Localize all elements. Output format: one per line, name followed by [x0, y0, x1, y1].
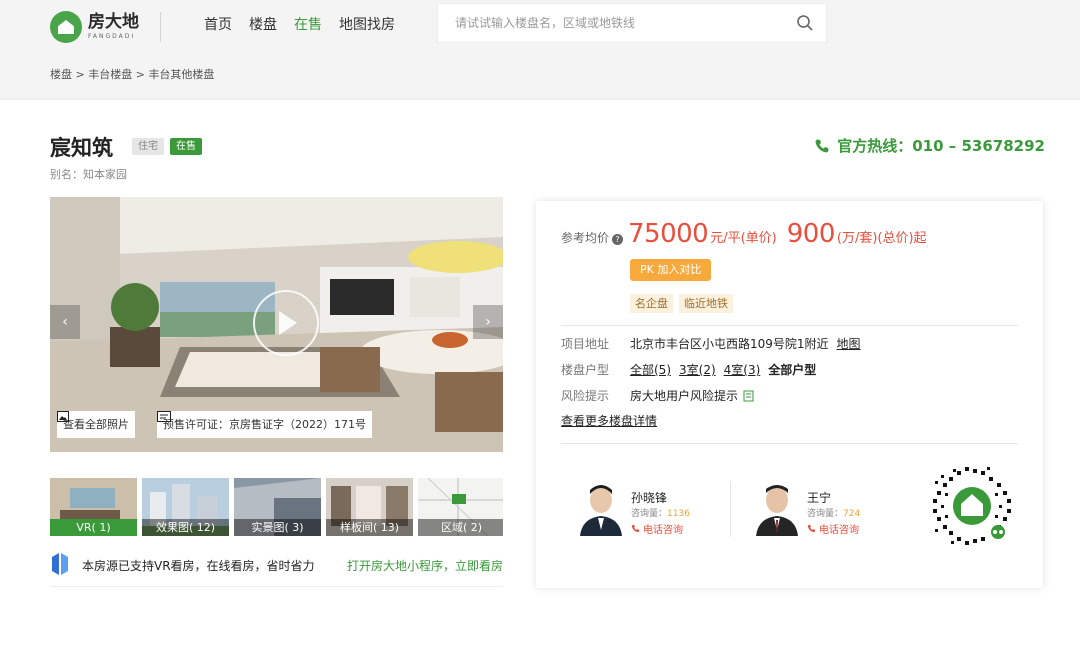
price-row: 参考均价 ? 75000 元/平(单价) 900 (万/套)(总价)起 [561, 219, 937, 249]
total-price: 900 [786, 219, 836, 249]
type-badge: 住宅 [132, 138, 164, 155]
hotline[interactable]: 官方热线：010 – 53678292 [814, 135, 1045, 156]
thumb-vr[interactable]: VR( 1) [50, 478, 137, 536]
thumb-area-map[interactable]: 区域( 2) [418, 478, 503, 536]
layout-all[interactable]: 全部(5) [630, 361, 671, 378]
presale-license-text: 预售许可证：京房售证字（2022）171号 [163, 418, 366, 431]
more-details-link[interactable]: 查看更多楼盘详情 [561, 412, 657, 429]
risk-row: 风险提示 房大地用户风险提示 [561, 387, 755, 404]
layout-4room[interactable]: 4室(3) [724, 361, 761, 378]
unit-price: 75000 [628, 219, 709, 249]
nav-properties[interactable]: 楼盘 [249, 14, 277, 34]
feature-tag: 名企盘 [630, 294, 673, 313]
main-nav: 首页 楼盘 在售 地图找房 [204, 14, 395, 34]
pk-compare-button[interactable]: PK 加入对比 [630, 259, 712, 281]
prev-photo-button[interactable]: ‹ [50, 305, 80, 339]
open-miniprogram-link[interactable]: 打开房大地小程序，立即看房 [347, 557, 503, 574]
address-label: 项目地址 [561, 337, 610, 351]
hotline-text: 官方热线：010 – 53678292 [837, 137, 1045, 155]
feature-tags: 名企盘 临近地铁 [630, 294, 733, 313]
layout-row: 楼盘户型 全部(5) 3室(2) 4室(3) 全部户型 [561, 361, 816, 378]
agent-consult-count: 咨询量：1136 [631, 509, 690, 519]
thumb-label: 实景图( 3) [234, 519, 321, 536]
price-label: 参考均价 [561, 231, 610, 245]
brand-name-en: FANGDADI [88, 33, 136, 40]
header-divider [160, 12, 161, 42]
risk-value[interactable]: 房大地用户风险提示 [630, 387, 738, 404]
breadcrumb-item[interactable]: 丰台楼盘 [88, 68, 132, 81]
address-row: 项目地址 北京市丰台区小屯西路109号院1附近 地图 [561, 335, 861, 352]
agent-avatar [752, 478, 802, 536]
address-value: 北京市丰台区小屯西路109号院1附近 [630, 337, 829, 351]
view-all-photos-label: 查看全部照片 [63, 418, 129, 431]
help-icon[interactable]: ? [612, 234, 624, 245]
nav-map-search[interactable]: 地图找房 [339, 14, 395, 34]
next-photo-button[interactable]: › [473, 305, 503, 339]
nav-home[interactable]: 首页 [204, 14, 232, 34]
unit-price-unit: 元/平(单价) [710, 231, 777, 246]
property-title: 宸知筑 [50, 136, 113, 160]
nav-on-sale[interactable]: 在售 [294, 14, 322, 34]
vr-photo-viewer[interactable]: ‹ › 查看全部照片 预售许可证：京房售证字（2022）171号 [50, 197, 503, 452]
agent-divider [730, 481, 731, 537]
property-info-card: 参考均价 ? 75000 元/平(单价) 900 (万/套)(总价)起 PK 加… [536, 201, 1043, 588]
thumb-label: VR( 1) [50, 519, 137, 536]
vr-play-icon[interactable] [253, 290, 319, 356]
layout-label: 楼盘户型 [561, 363, 610, 377]
miniprogram-qr-code[interactable] [931, 465, 1013, 547]
thumb-label: 区域( 2) [418, 519, 503, 536]
map-link[interactable]: 地图 [837, 335, 861, 352]
search-icon[interactable] [796, 14, 814, 32]
search-box [437, 3, 827, 43]
feature-tag: 临近地铁 [679, 294, 733, 313]
vr-banner-message: 本房源已支持VR看房，在线看房，省时省力 [82, 559, 315, 573]
divider [561, 325, 1018, 326]
thumb-label: 效果图( 12) [142, 519, 229, 536]
breadcrumb-item[interactable]: 楼盘 [50, 68, 72, 81]
document-icon[interactable] [743, 390, 755, 402]
image-icon [57, 411, 69, 422]
gallery-thumbnails: VR( 1) 效果图( 12) 实景图( 3) 样板间( 13) 区域( 2) [50, 478, 503, 536]
presale-license[interactable]: 预售许可证：京房售证字（2022）171号 [157, 411, 372, 438]
agent-avatar [576, 478, 626, 536]
layout-3room[interactable]: 3室(2) [679, 361, 716, 378]
vr-logo-icon [52, 553, 68, 575]
divider [561, 443, 1018, 444]
agent-consult-count: 咨询量：724 [807, 509, 861, 519]
risk-label: 风险提示 [561, 389, 610, 403]
logo-house-icon [50, 11, 82, 43]
license-icon [157, 411, 171, 422]
agent-call-button[interactable]: 电话咨询 [807, 521, 859, 536]
all-layouts-link[interactable]: 全部户型 [768, 361, 816, 378]
phone-icon [631, 524, 640, 533]
breadcrumb: 楼盘 > 丰台楼盘 > 丰台其他楼盘 [50, 68, 215, 81]
search-input[interactable] [455, 4, 785, 42]
thumb-renderings[interactable]: 效果图( 12) [142, 478, 229, 536]
vr-banner: 本房源已支持VR看房，在线看房，省时省力 打开房大地小程序，立即看房 [50, 547, 503, 587]
agent-call-button[interactable]: 电话咨询 [631, 521, 683, 536]
agent-name: 王宁 [807, 491, 832, 505]
top-header: 房大地 FANGDADI 首页 楼盘 在售 地图找房 楼盘 > 丰台楼盘 > 丰… [0, 0, 1080, 100]
thumb-showroom[interactable]: 样板间( 13) [326, 478, 413, 536]
total-price-unit: (万/套)(总价)起 [836, 231, 927, 246]
phone-icon [807, 524, 816, 533]
breadcrumb-item[interactable]: 丰台其他楼盘 [148, 68, 214, 81]
agent-name: 孙晓锋 [631, 491, 668, 505]
brand-name: 房大地 [88, 12, 139, 32]
brand-logo[interactable]: 房大地 FANGDADI [50, 11, 139, 43]
view-all-photos-button[interactable]: 查看全部照片 [57, 411, 135, 438]
property-alias: 别名：知本家园 [50, 168, 127, 181]
thumb-label: 样板间( 13) [326, 519, 413, 536]
thumb-real-photos[interactable]: 实景图( 3) [234, 478, 321, 536]
phone-icon [815, 139, 829, 152]
status-badge: 在售 [170, 138, 202, 155]
